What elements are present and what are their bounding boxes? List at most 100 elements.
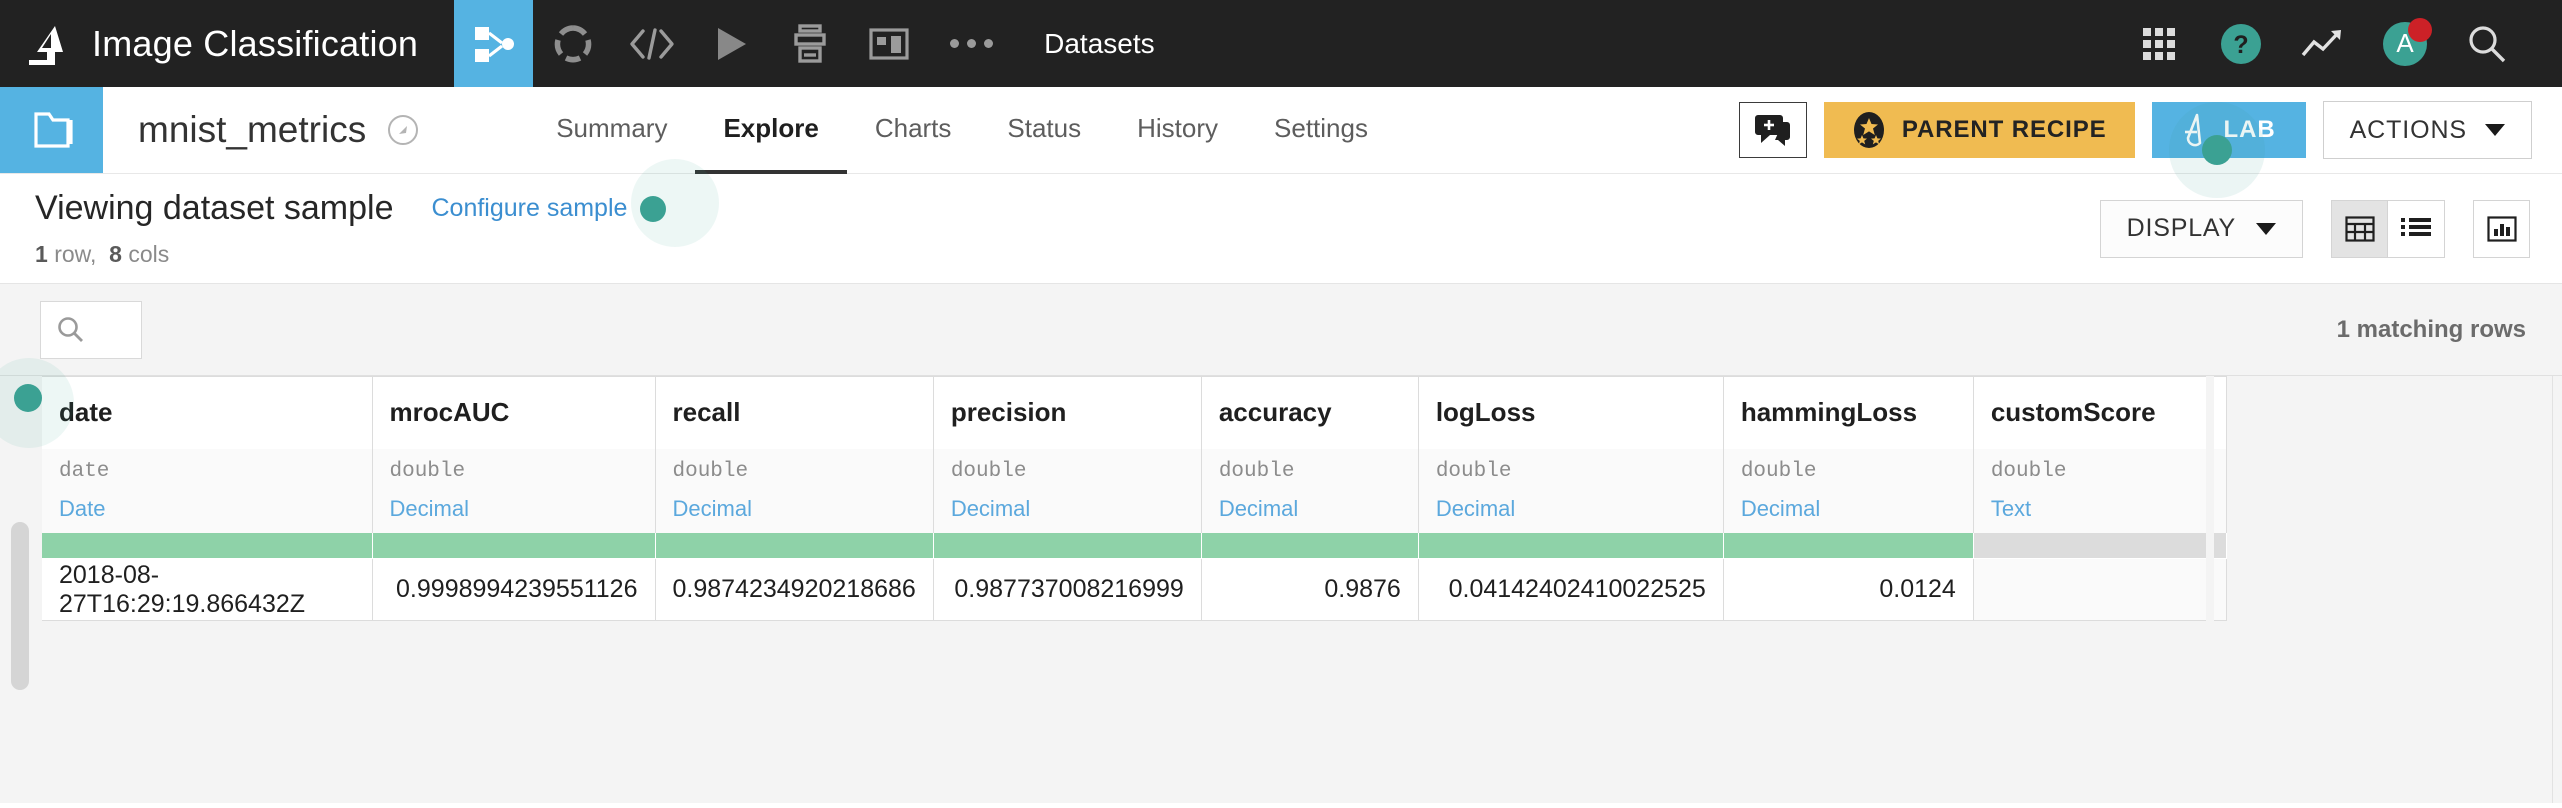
tab-settings[interactable]: Settings (1246, 87, 1396, 174)
jobs-play-icon[interactable] (691, 0, 770, 87)
code-icon[interactable] (612, 0, 691, 87)
list-view-icon[interactable] (2388, 200, 2445, 258)
table-edge-strip (2206, 376, 2214, 803)
table-cell-date[interactable]: 2018-08-27T16:29:19.866432Z (42, 559, 372, 621)
table-cell-precision[interactable]: 0.987737008216999 (933, 559, 1201, 621)
dataset-name-text: mnist_metrics (138, 109, 366, 151)
topbar-right-icons: ? A (2118, 0, 2562, 87)
actions-label: ACTIONS (2350, 116, 2467, 145)
recipe-stars-icon (1852, 111, 1886, 149)
column-storage-type[interactable]: double (1418, 449, 1723, 491)
column-meaning[interactable]: Decimal (1201, 491, 1418, 533)
column-header-precision[interactable]: precision (933, 377, 1201, 449)
column-storage-type[interactable]: double (933, 449, 1201, 491)
apps-grid-icon[interactable] (2118, 0, 2200, 87)
trending-up-icon[interactable] (2282, 0, 2364, 87)
row-word: row, (54, 241, 96, 267)
search-input[interactable] (40, 301, 142, 359)
column-storage-type[interactable]: date (42, 449, 372, 491)
table-row[interactable]: 2018-08-27T16:29:19.866432Z0.99989942395… (42, 559, 2226, 621)
table-cell-recall[interactable]: 0.9874234920218686 (655, 559, 933, 621)
flow-icon[interactable] (454, 0, 533, 87)
column-meaning[interactable]: Decimal (655, 491, 933, 533)
search-icon[interactable] (2446, 0, 2528, 87)
col-word: cols (128, 241, 169, 267)
automation-icon[interactable] (770, 0, 849, 87)
table-search-row: 1 matching rows (0, 284, 2562, 376)
column-meaning[interactable]: Decimal (933, 491, 1201, 533)
table-cell-accuracy[interactable]: 0.9876 (1201, 559, 1418, 621)
table-meaning-row: DateDecimalDecimalDecimalDecimalDecimalD… (42, 491, 2226, 533)
add-discussion-icon[interactable] (1739, 102, 1807, 158)
sample-info: Viewing dataset sample Configure sample … (0, 189, 666, 268)
share-compass-icon[interactable] (388, 115, 418, 145)
top-navigation-bar: Image Classification (0, 0, 2562, 87)
dataiku-bird-logo-icon[interactable] (0, 0, 92, 87)
tab-charts[interactable]: Charts (847, 87, 980, 174)
dot (950, 39, 959, 48)
dataset-header-bar: mnist_metrics Summary Explore Charts Sta… (0, 87, 2562, 174)
lab-analysis-icon[interactable] (533, 0, 612, 87)
column-header-logLoss[interactable]: logLoss (1418, 377, 1723, 449)
vertical-scrollbar[interactable] (11, 522, 29, 690)
search-icon (57, 316, 85, 344)
column-storage-type[interactable]: double (1973, 449, 2226, 491)
table-header-row: datemrocAUCrecallprecisionaccuracylogLos… (42, 377, 2226, 449)
column-storage-type[interactable]: double (655, 449, 933, 491)
column-meaning[interactable]: Date (42, 491, 372, 533)
tab-explore[interactable]: Explore (695, 87, 846, 174)
chevron-down-icon (2256, 223, 2276, 235)
sample-dimensions: 1 row, 8 cols (35, 241, 666, 268)
column-header-recall[interactable]: recall (655, 377, 933, 449)
table-view-icon[interactable] (2331, 200, 2388, 258)
dot (984, 39, 993, 48)
table-body: 2018-08-27T16:29:19.866432Z0.99989942395… (42, 559, 2226, 621)
view-mode-toggle (2331, 200, 2445, 258)
dot (967, 39, 976, 48)
horizontal-scrollbar-track[interactable] (2552, 376, 2562, 803)
actions-button[interactable]: ACTIONS (2323, 101, 2532, 159)
bar-chart-view-icon[interactable] (2473, 200, 2530, 258)
parent-recipe-button[interactable]: PARENT RECIPE (1824, 102, 2135, 158)
table-cell-hammingLoss[interactable]: 0.0124 (1723, 559, 1973, 621)
table-cell-logLoss[interactable]: 0.04142402410022525 (1418, 559, 1723, 621)
dashboard-icon[interactable] (849, 0, 928, 87)
column-header-accuracy[interactable]: accuracy (1201, 377, 1418, 449)
column-storage-type[interactable]: double (372, 449, 655, 491)
table-cell-mrocAUC[interactable]: 0.9998994239551126 (372, 559, 655, 621)
tab-history[interactable]: History (1109, 87, 1246, 174)
help-question-icon[interactable]: ? (2200, 0, 2282, 87)
column-meaning[interactable]: Decimal (1418, 491, 1723, 533)
tab-status[interactable]: Status (979, 87, 1109, 174)
more-menu-icon[interactable] (928, 0, 1014, 87)
data-table-area: datemrocAUCrecallprecisionaccuracylogLos… (0, 376, 2562, 803)
column-meaning[interactable]: Decimal (1723, 491, 1973, 533)
column-header-customScore[interactable]: customScore (1973, 377, 2226, 449)
configure-sample-link[interactable]: Configure sample (431, 194, 627, 223)
row-count: 1 (35, 241, 48, 267)
nav-section-datasets[interactable]: Datasets (1014, 0, 1185, 87)
topbar-spacer (1185, 0, 2118, 87)
column-header-date[interactable]: date (42, 377, 372, 449)
table-storage-type-row: datedoubledoubledoubledoubledoubledouble… (42, 449, 2226, 491)
configure-highlight-dot[interactable] (640, 196, 666, 222)
table-head: datemrocAUCrecallprecisionaccuracylogLos… (42, 377, 2226, 559)
column-header-mrocAUC[interactable]: mrocAUC (372, 377, 655, 449)
rail-highlight-dot[interactable] (14, 384, 42, 412)
column-storage-type[interactable]: double (1723, 449, 1973, 491)
project-title[interactable]: Image Classification (92, 0, 454, 87)
sample-header: Viewing dataset sample Configure sample … (0, 174, 2562, 284)
table-cell-customScore[interactable] (1973, 559, 2226, 621)
column-storage-type[interactable]: double (1201, 449, 1418, 491)
user-avatar[interactable]: A (2364, 0, 2446, 87)
dataset-folder-icon[interactable] (0, 87, 103, 173)
display-button[interactable]: DISPLAY (2100, 200, 2303, 258)
dataset-actions: PARENT RECIPE LAB ACTIONS (1739, 87, 2562, 173)
tour-highlight-dot[interactable] (2202, 135, 2232, 165)
column-meaning[interactable]: Decimal (372, 491, 655, 533)
column-meaning[interactable]: Text (1973, 491, 2226, 533)
col-count: 8 (109, 241, 122, 267)
sample-view-controls: DISPLAY (2100, 200, 2562, 258)
dataset-name[interactable]: mnist_metrics (103, 87, 418, 173)
column-header-hammingLoss[interactable]: hammingLoss (1723, 377, 1973, 449)
